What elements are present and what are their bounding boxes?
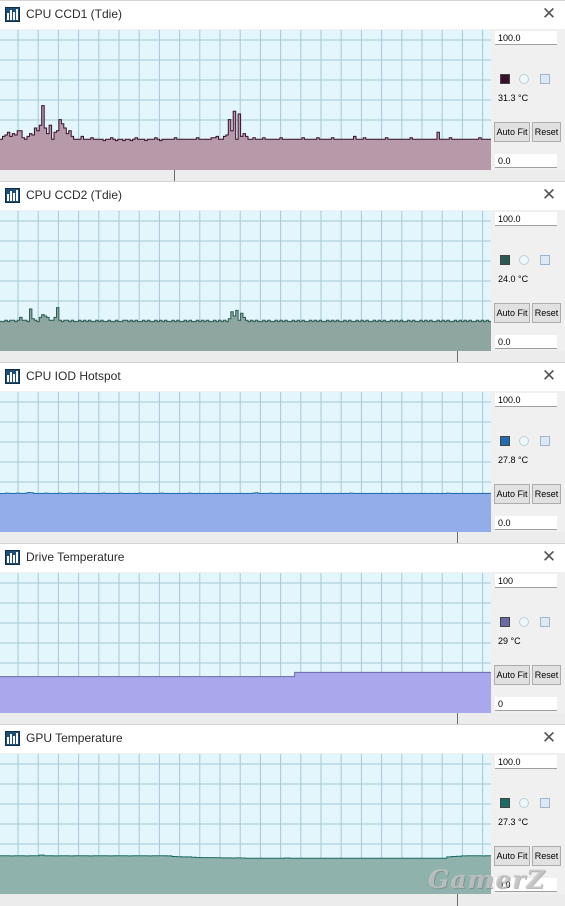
min-value-field[interactable]: 0.0 xyxy=(495,335,557,349)
graph-controls: 100.0 27.8 °C Auto Fit Reset 0.0 xyxy=(492,392,565,532)
reset-button[interactable]: Reset xyxy=(532,846,561,866)
current-temperature: 24.0 °C xyxy=(498,274,529,284)
line-color-swatch[interactable] xyxy=(500,74,510,84)
current-temperature: 27.3 °C xyxy=(498,817,529,827)
graph-app-icon xyxy=(5,188,20,203)
close-icon[interactable]: ✕ xyxy=(539,727,559,749)
title-bar: Drive Temperature ✕ xyxy=(0,544,565,572)
close-icon[interactable]: ✕ xyxy=(539,184,559,206)
sensor-graph[interactable] xyxy=(0,30,491,170)
resize-strip[interactable] xyxy=(0,894,565,906)
grid-toggle[interactable] xyxy=(540,798,550,808)
window-title: Drive Temperature xyxy=(26,550,125,564)
max-value-field[interactable]: 100 xyxy=(495,574,557,588)
current-temperature: 31.3 °C xyxy=(498,93,529,103)
sensor-graph[interactable] xyxy=(0,211,491,351)
graph-app-icon xyxy=(5,369,20,384)
transparency-toggle[interactable] xyxy=(519,255,529,265)
grid-toggle[interactable] xyxy=(540,255,550,265)
graph-controls: 100.0 31.3 °C Auto Fit Reset 0.0 xyxy=(492,30,565,170)
max-value-field[interactable]: 100.0 xyxy=(495,755,557,769)
title-bar: CPU IOD Hotspot ✕ xyxy=(0,363,565,391)
reset-button[interactable]: Reset xyxy=(532,665,561,685)
transparency-toggle[interactable] xyxy=(519,617,529,627)
reset-button[interactable]: Reset xyxy=(532,303,561,323)
grid-toggle[interactable] xyxy=(540,74,550,84)
title-bar: CPU CCD1 (Tdie) ✕ xyxy=(0,1,565,29)
line-color-swatch[interactable] xyxy=(500,436,510,446)
max-value-field[interactable]: 100.0 xyxy=(495,393,557,407)
current-temperature: 27.8 °C xyxy=(498,455,529,465)
window-title: CPU IOD Hotspot xyxy=(26,369,121,383)
close-icon[interactable]: ✕ xyxy=(539,546,559,568)
strip-divider xyxy=(457,894,458,906)
line-color-swatch[interactable] xyxy=(500,617,510,627)
auto-fit-button[interactable]: Auto Fit xyxy=(494,484,530,504)
graph-controls: 100.0 24.0 °C Auto Fit Reset 0.0 xyxy=(492,211,565,351)
max-value-field[interactable]: 100.0 xyxy=(495,212,557,226)
auto-fit-button[interactable]: Auto Fit xyxy=(494,122,530,142)
window-title: CPU CCD1 (Tdie) xyxy=(26,7,123,21)
min-value-field[interactable]: 0.0 xyxy=(495,878,557,892)
title-bar: GPU Temperature ✕ xyxy=(0,725,565,753)
graph-window: GPU Temperature ✕ 100.0 27.3 °C Auto Fit Rese… xyxy=(0,724,565,906)
line-color-swatch[interactable] xyxy=(500,255,510,265)
grid-toggle[interactable] xyxy=(540,436,550,446)
line-color-swatch[interactable] xyxy=(500,798,510,808)
transparency-toggle[interactable] xyxy=(519,436,529,446)
title-bar: CPU CCD2 (Tdie) ✕ xyxy=(0,182,565,210)
graph-window: CPU IOD Hotspot ✕ 100.0 27.8 °C Auto Fit Rese… xyxy=(0,362,565,544)
current-temperature: 29 °C xyxy=(498,636,521,646)
graph-window: CPU CCD1 (Tdie) ✕ 100.0 31.3 °C Auto Fit Rese… xyxy=(0,0,565,182)
reset-button[interactable]: Reset xyxy=(532,484,561,504)
sensor-graph[interactable] xyxy=(0,573,491,713)
auto-fit-button[interactable]: Auto Fit xyxy=(494,303,530,323)
window-title: GPU Temperature xyxy=(26,731,123,745)
transparency-toggle[interactable] xyxy=(519,74,529,84)
min-value-field[interactable]: 0 xyxy=(495,697,557,711)
graph-controls: 100 29 °C Auto Fit Reset 0 xyxy=(492,573,565,713)
transparency-toggle[interactable] xyxy=(519,798,529,808)
auto-fit-button[interactable]: Auto Fit xyxy=(494,665,530,685)
max-value-field[interactable]: 100.0 xyxy=(495,31,557,45)
close-icon[interactable]: ✕ xyxy=(539,3,559,25)
graph-app-icon xyxy=(5,7,20,22)
grid-toggle[interactable] xyxy=(540,617,550,627)
sensor-graph[interactable] xyxy=(0,754,491,894)
graph-controls: 100.0 27.3 °C Auto Fit Reset 0.0 xyxy=(492,754,565,894)
graph-app-icon xyxy=(5,550,20,565)
close-icon[interactable]: ✕ xyxy=(539,365,559,387)
graph-window: Drive Temperature ✕ 100 29 °C Auto Fit Reset 0 xyxy=(0,543,565,725)
auto-fit-button[interactable]: Auto Fit xyxy=(494,846,530,866)
graph-window: CPU CCD2 (Tdie) ✕ 100.0 24.0 °C Auto Fit Rese… xyxy=(0,181,565,363)
sensor-graph[interactable] xyxy=(0,392,491,532)
reset-button[interactable]: Reset xyxy=(532,122,561,142)
graph-app-icon xyxy=(5,731,20,746)
min-value-field[interactable]: 0.0 xyxy=(495,516,557,530)
window-title: CPU CCD2 (Tdie) xyxy=(26,188,123,202)
min-value-field[interactable]: 0.0 xyxy=(495,154,557,168)
